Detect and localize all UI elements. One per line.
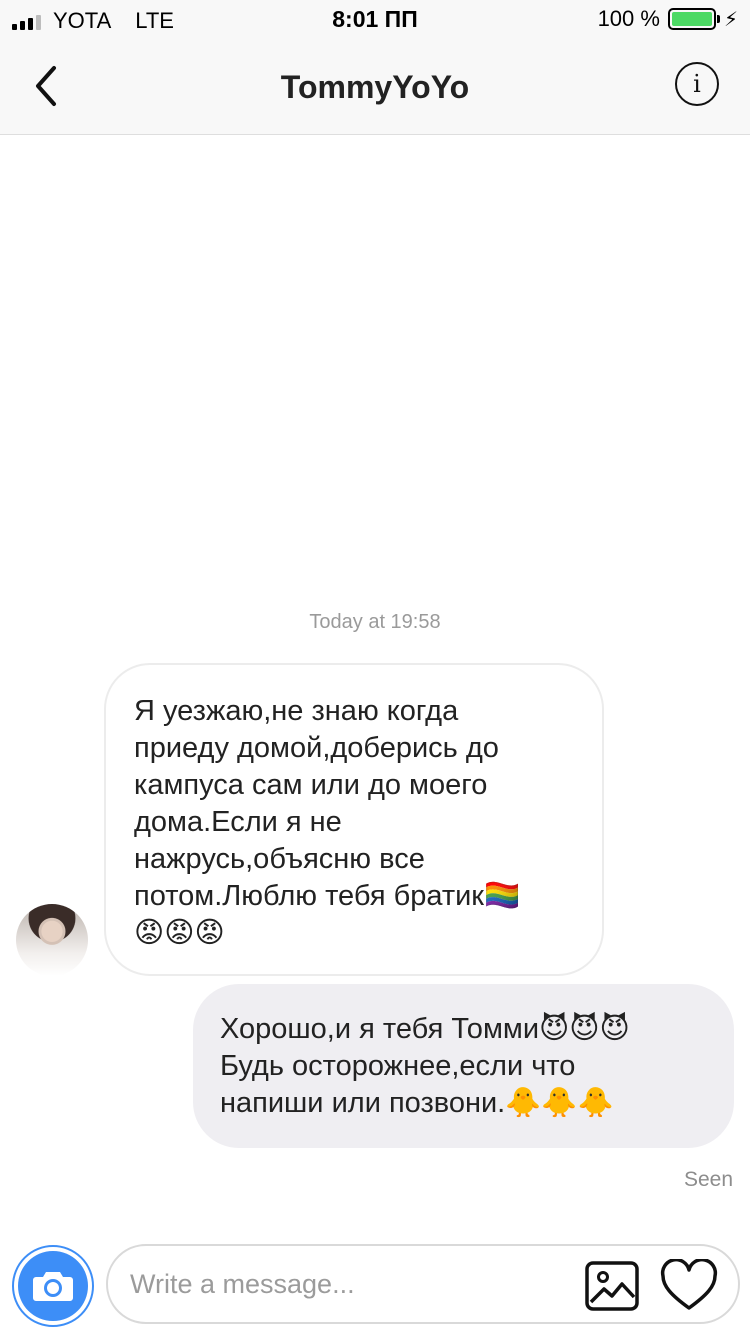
info-button[interactable]: i — [675, 62, 719, 106]
incoming-message-text: Я уезжаю,не знаю когда приеду домой,добе… — [134, 695, 521, 949]
like-button[interactable] — [659, 1257, 719, 1313]
info-icon: i — [693, 70, 701, 98]
battery-icon — [667, 8, 720, 30]
outgoing-message-bubble[interactable]: Хорошо,и я тебя Томми😈😈😈 Будь осторожнее… — [193, 984, 734, 1148]
charging-bolt-icon: ⚡ — [723, 8, 738, 31]
gallery-button[interactable] — [584, 1260, 640, 1312]
contact-avatar[interactable] — [16, 904, 88, 976]
heart-icon — [660, 1257, 718, 1310]
incoming-message-bubble[interactable]: Я уезжаю,не знаю когда приеду домой,добе… — [104, 663, 604, 976]
message-composer — [106, 1244, 740, 1324]
chat-header: TommyYoYo i — [0, 40, 750, 135]
message-input[interactable] — [130, 1262, 560, 1306]
camera-icon-circle — [18, 1251, 88, 1321]
chat-title[interactable]: TommyYoYo — [0, 69, 750, 106]
seen-indicator: Seen — [683, 1168, 733, 1191]
direct-message-screen: YOTA LTE 8:01 ПП 100 % ⚡ TommyYoYo i Tod… — [0, 0, 750, 1334]
outgoing-message-text: Хорошо,и я тебя Томми😈😈😈 Будь осторожнее… — [220, 1013, 630, 1119]
image-icon — [585, 1261, 639, 1311]
battery-level-fill — [671, 12, 712, 26]
status-right: 100 % ⚡ — [598, 6, 738, 32]
message-timestamp: Today at 19:58 — [309, 611, 441, 633]
camera-icon — [33, 1272, 73, 1301]
camera-button[interactable] — [12, 1245, 94, 1327]
status-bar: YOTA LTE 8:01 ПП 100 % ⚡ — [0, 0, 750, 40]
battery-percentage: 100 % — [597, 6, 660, 31]
